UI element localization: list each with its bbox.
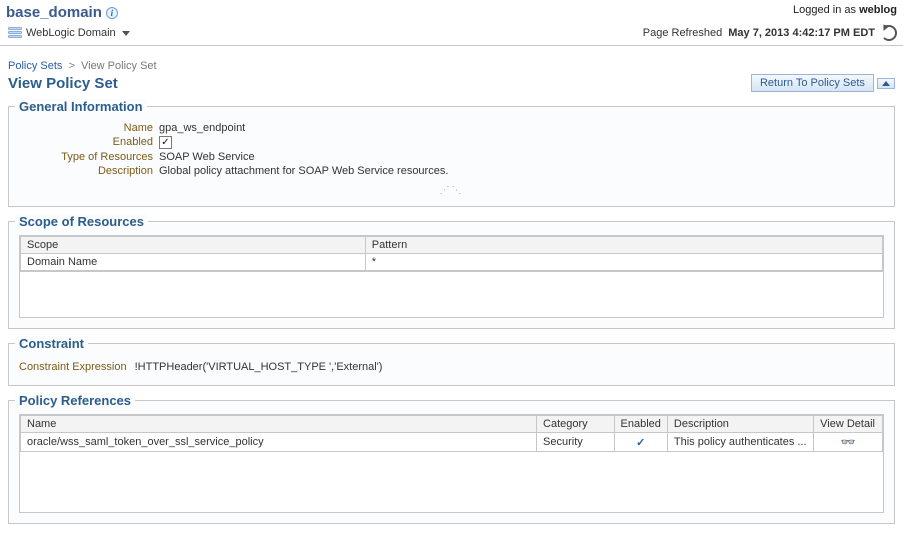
breadcrumb: Policy Sets > View Policy Set (8, 60, 895, 72)
page-title: View Policy Set (8, 75, 118, 92)
breadcrumb-current: View Policy Set (81, 60, 157, 72)
label-type: Type of Resources (19, 151, 159, 163)
col-category: Category (537, 416, 614, 433)
value-constraint-expr: !HTTPHeader('VIRTUAL_HOST_TYPE ','Extern… (135, 361, 383, 373)
table-row[interactable]: Domain Name * (21, 254, 883, 271)
domain-title-text: base_domain (6, 4, 102, 21)
value-type: SOAP Web Service (159, 151, 255, 163)
chevron-down-icon (122, 31, 130, 36)
return-button[interactable]: Return To Policy Sets (751, 74, 874, 92)
table-row[interactable]: oracle/wss_saml_token_over_ssl_service_p… (21, 433, 883, 452)
cell-desc: This policy authenticates ... (667, 433, 813, 452)
value-name: gpa_ws_endpoint (159, 122, 245, 134)
page-refreshed: Page Refreshed May 7, 2013 4:42:17 PM ED… (643, 25, 897, 41)
pref-empty-area (20, 452, 883, 512)
col-scope: Scope (21, 237, 366, 254)
cell-name: oracle/wss_saml_token_over_ssl_service_p… (21, 433, 537, 452)
resize-grip-icon[interactable]: ⋰⋱ (19, 185, 884, 196)
scope-empty-area (20, 271, 883, 317)
policy-references-table: Name Category Enabled Description View D… (20, 415, 883, 452)
return-button-label: Return To Policy Sets (760, 77, 865, 89)
col-desc: Description (667, 416, 813, 433)
col-pattern: Pattern (365, 237, 882, 254)
general-info-title: General Information (15, 99, 147, 114)
col-detail: View Detail (814, 416, 883, 433)
scope-table: Scope Pattern Domain Name * (20, 236, 883, 271)
view-detail-icon[interactable]: 👓 (820, 435, 876, 449)
general-info-panel: General Information Name gpa_ws_endpoint… (8, 106, 895, 207)
constraint-panel: Constraint Constraint Expression !HTTPHe… (8, 343, 895, 386)
policy-references-title: Policy References (15, 393, 135, 408)
domain-title: base_domain i (6, 4, 118, 21)
info-icon[interactable]: i (106, 7, 118, 19)
enabled-checkbox: ✓ (159, 136, 172, 149)
refresh-icon[interactable] (881, 25, 897, 41)
collapse-button[interactable] (877, 78, 895, 89)
weblogic-domain-menu[interactable]: WebLogic Domain (8, 27, 130, 39)
breadcrumb-sep: > (68, 60, 74, 72)
cell-pattern: * (365, 254, 882, 271)
table-header-row: Name Category Enabled Description View D… (21, 416, 883, 433)
scope-panel: Scope of Resources Scope Pattern Domain … (8, 221, 895, 329)
cell-category: Security (537, 433, 614, 452)
col-name: Name (21, 416, 537, 433)
enabled-check-icon: ✓ (621, 436, 661, 449)
domain-menu-label: WebLogic Domain (26, 27, 116, 39)
label-enabled: Enabled (19, 136, 159, 149)
constraint-title: Constraint (15, 336, 88, 351)
label-desc: Description (19, 165, 159, 177)
label-constraint-expr: Constraint Expression (19, 361, 135, 373)
breadcrumb-root[interactable]: Policy Sets (8, 60, 62, 72)
policy-references-panel: Policy References Name Category Enabled … (8, 400, 895, 524)
logged-in-prefix: Logged in as (793, 4, 859, 16)
chevron-up-icon (882, 81, 890, 86)
table-header-row: Scope Pattern (21, 237, 883, 254)
domain-icon (8, 27, 22, 39)
refresh-time: May 7, 2013 4:42:17 PM EDT (728, 27, 875, 39)
value-desc: Global policy attachment for SOAP Web Se… (159, 165, 448, 177)
cell-scope: Domain Name (21, 254, 366, 271)
refresh-prefix: Page Refreshed (643, 27, 723, 39)
scope-title: Scope of Resources (15, 214, 148, 229)
logged-in-user: weblog (859, 4, 897, 16)
login-bar: Logged in as weblog (793, 4, 897, 16)
col-enabled: Enabled (614, 416, 667, 433)
label-name: Name (19, 122, 159, 134)
